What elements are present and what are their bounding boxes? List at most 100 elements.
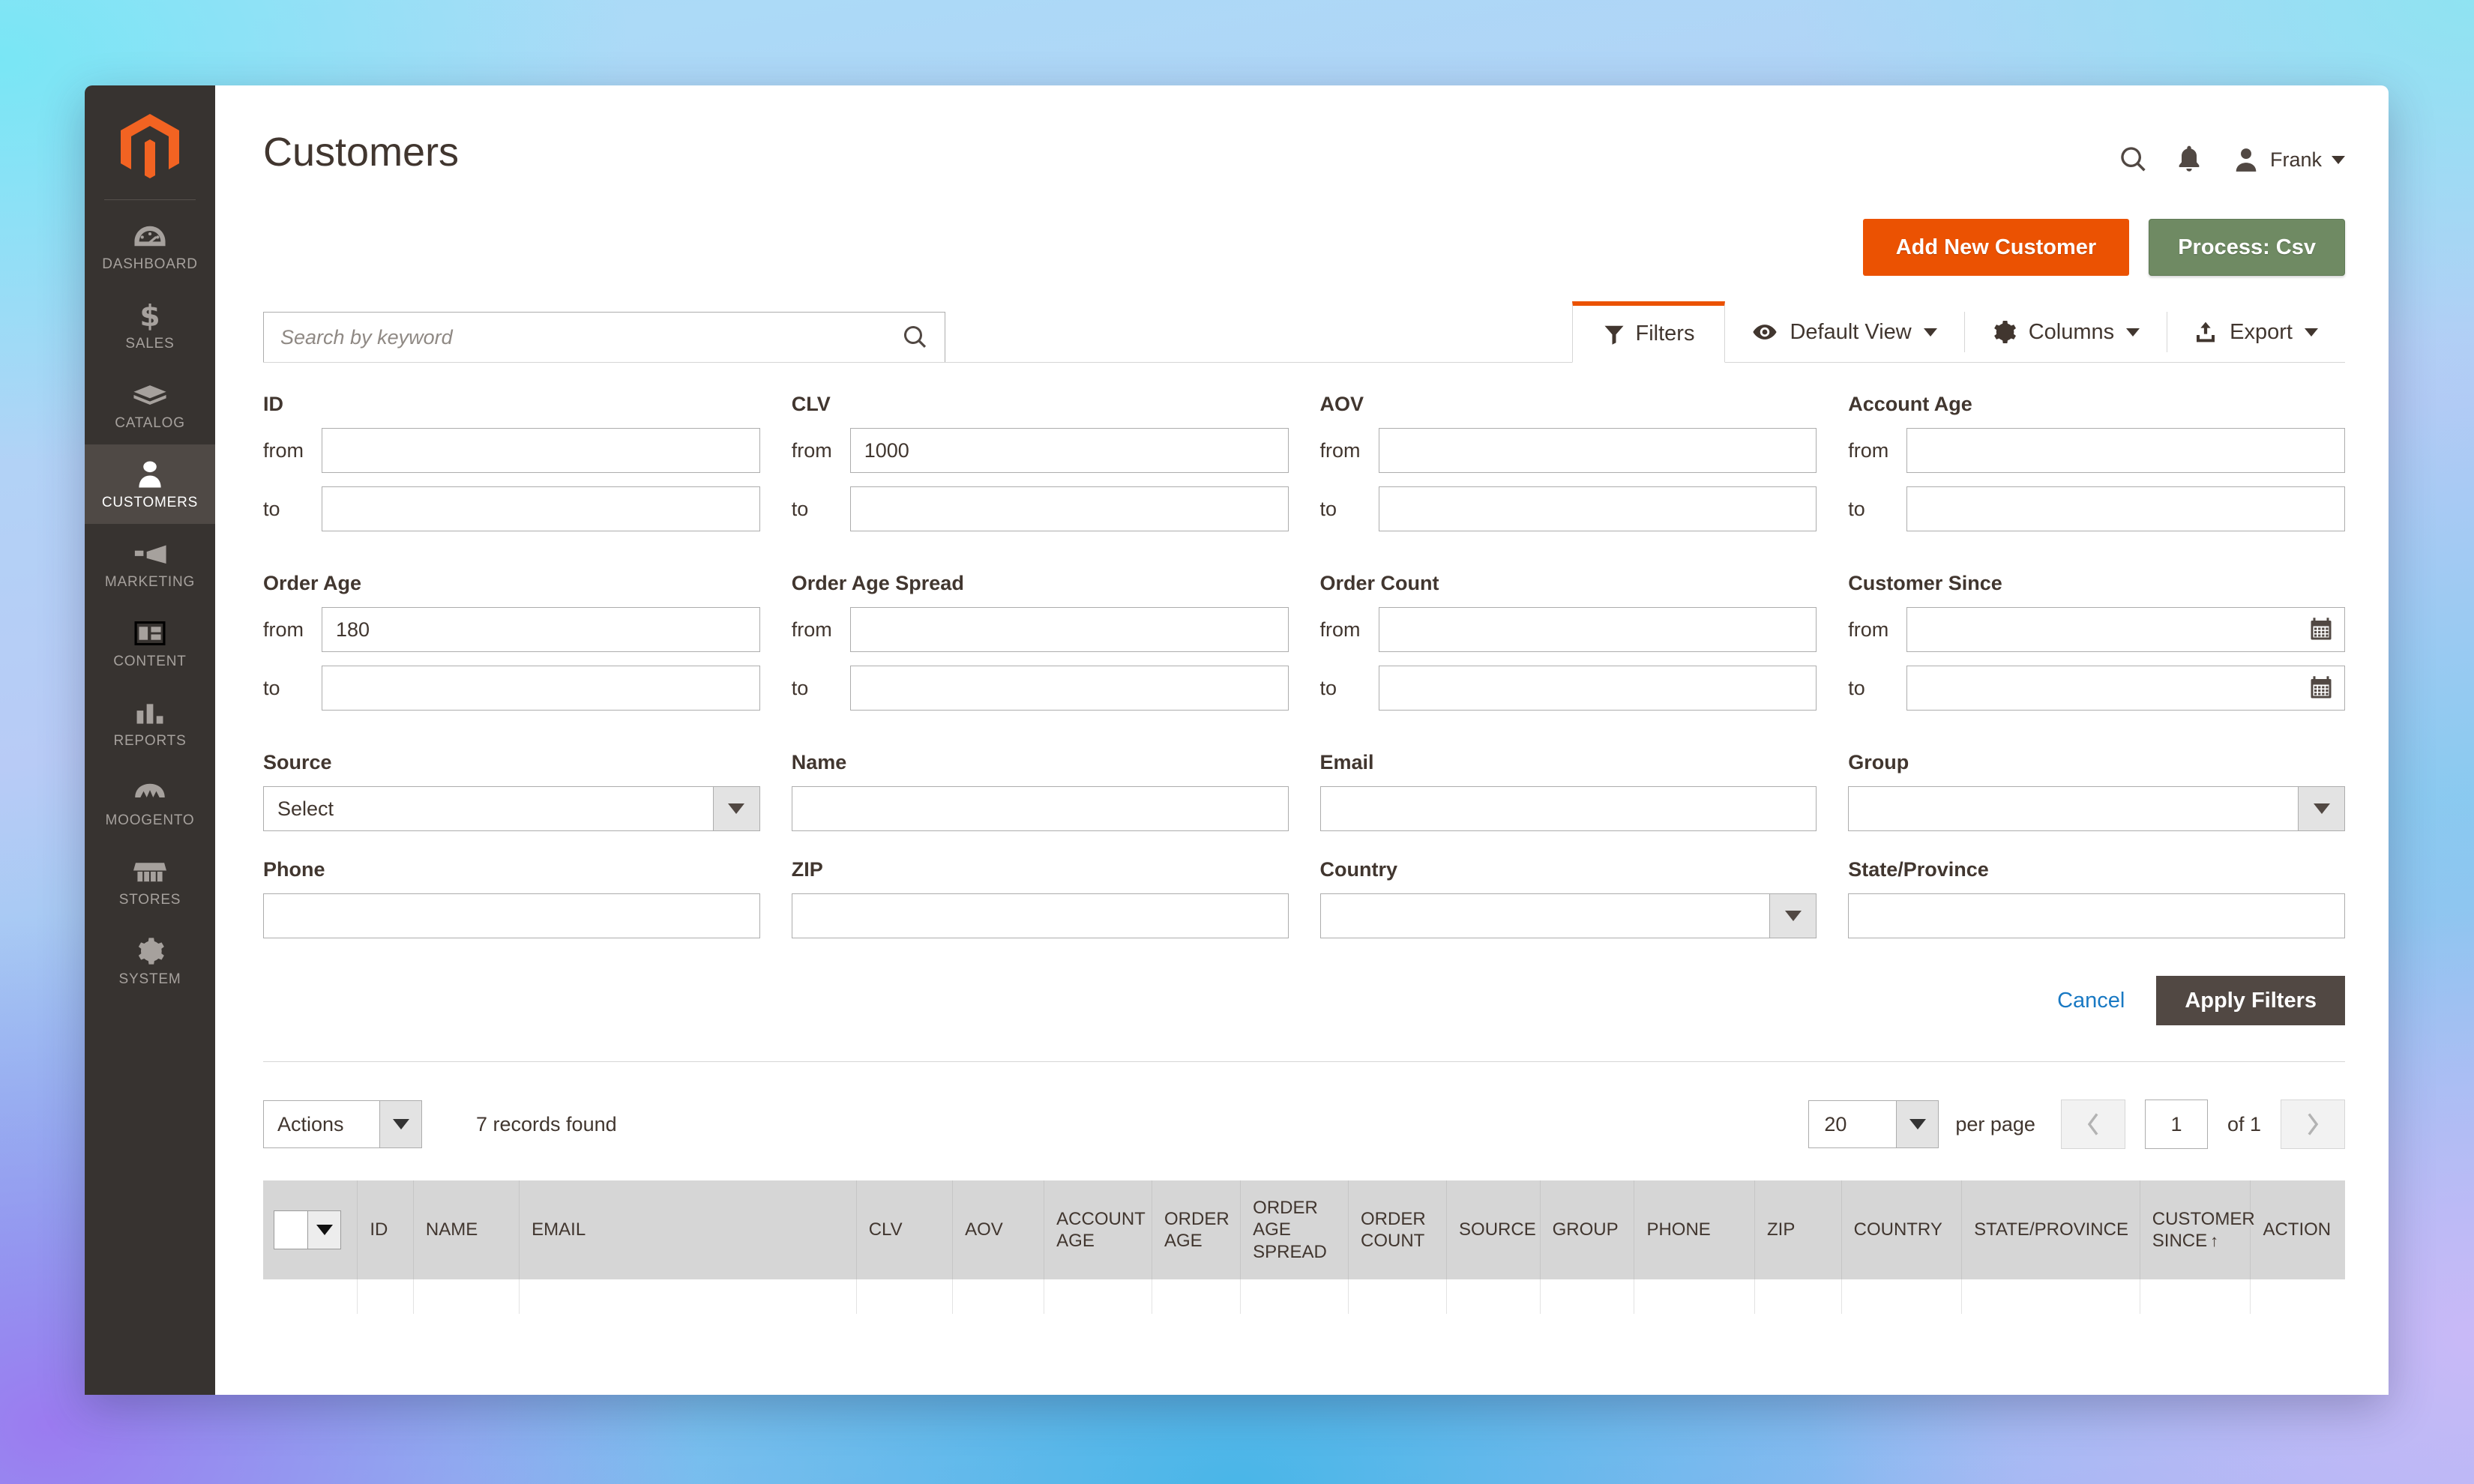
filter-order-age-to-input[interactable]: [322, 666, 760, 711]
column-header-order-count[interactable]: ORDER COUNT: [1348, 1180, 1448, 1279]
column-header-country[interactable]: COUNTRY: [1841, 1180, 1963, 1279]
chevron-down-icon[interactable]: [307, 1210, 340, 1249]
search-icon[interactable]: [2106, 135, 2161, 184]
column-header-zip[interactable]: ZIP: [1754, 1180, 1842, 1279]
column-header-label: NAME: [425, 1219, 478, 1240]
user-name: Frank: [2269, 148, 2322, 171]
next-page-button[interactable]: [2281, 1100, 2345, 1149]
column-header-phone[interactable]: PHONE: [1634, 1180, 1756, 1279]
filter-order-count-to-input[interactable]: [1378, 666, 1817, 711]
table-head: ID NAME EMAIL CLV AOV ACCOUNT AGE ORDER AGE ORD…: [263, 1180, 2345, 1279]
column-header-customer-since[interactable]: CUSTOMER SINCE ↑: [2140, 1180, 2255, 1279]
search-submit-icon[interactable]: [902, 324, 929, 351]
per-page-dropdown[interactable]: 20: [1808, 1100, 1939, 1148]
filter-state-province-input[interactable]: [1848, 893, 2345, 938]
filter-order-count-from-input[interactable]: [1378, 607, 1817, 652]
filter-id-from-input[interactable]: [322, 428, 760, 473]
filter-email-input[interactable]: [1319, 786, 1817, 831]
svg-text:$: $: [140, 300, 160, 331]
text-wrap: [1319, 786, 1817, 831]
per-page-label: per page: [1955, 1112, 2035, 1135]
filter-order-age-spread-to-input[interactable]: [849, 666, 1289, 711]
column-header-order-age-spread[interactable]: ORDER AGE SPREAD: [1240, 1180, 1349, 1279]
magento-logo[interactable]: [85, 97, 215, 199]
filter-clv-to-input[interactable]: [849, 486, 1289, 531]
previous-page-button[interactable]: [2060, 1100, 2125, 1149]
filter-name-input[interactable]: [791, 786, 1289, 831]
row-cell: [2140, 1279, 2251, 1314]
column-header-group[interactable]: GROUP: [1540, 1180, 1635, 1279]
tab-filters[interactable]: Filters: [1571, 301, 1726, 363]
filter-source-select[interactable]: Select: [263, 786, 760, 831]
filter-prefix-to: to: [791, 497, 809, 520]
filter-row-to: to: [263, 486, 760, 531]
column-header-id[interactable]: ID: [357, 1180, 414, 1279]
user-menu[interactable]: Frank: [2232, 145, 2345, 174]
filter-country-select[interactable]: [1319, 893, 1817, 938]
sidebar-item-customers[interactable]: CUSTOMERS: [85, 444, 215, 524]
funnel-icon: [1603, 323, 1625, 346]
sidebar-item-moogento[interactable]: MOOGENTO: [85, 762, 215, 842]
filter-row-to: to: [792, 486, 1289, 531]
bell-icon[interactable]: [2161, 135, 2217, 184]
row-cell: [856, 1279, 954, 1314]
sidebar-item-label: MARKETING: [104, 574, 196, 590]
filter-row-from: from: [263, 428, 760, 473]
column-header-state-province[interactable]: STATE/PROVINCE: [1961, 1180, 2140, 1279]
process-csv-button[interactable]: Process: Csv: [2149, 219, 2345, 276]
sidebar-item-system[interactable]: SYSTEM: [85, 921, 215, 1001]
filter-zip-input[interactable]: [791, 893, 1289, 938]
column-header-account-age[interactable]: ACCOUNT AGE: [1044, 1180, 1152, 1279]
column-header-email[interactable]: EMAIL: [519, 1180, 857, 1279]
sidebar-item-catalog[interactable]: CATALOG: [85, 365, 215, 444]
column-header-clv[interactable]: CLV: [856, 1180, 954, 1279]
filter-clv-from-input[interactable]: [849, 428, 1289, 473]
column-header-aov[interactable]: AOV: [952, 1180, 1045, 1279]
column-header-source[interactable]: SOURCE: [1446, 1180, 1541, 1279]
filter-prefix-from: from: [1848, 618, 1889, 641]
filter-order-age-spread-from-input[interactable]: [849, 607, 1289, 652]
cancel-filters-link[interactable]: Cancel: [2057, 989, 2125, 1013]
filter-order-age-from-input[interactable]: [322, 607, 760, 652]
sidebar-item-marketing[interactable]: MARKETING: [85, 524, 215, 603]
add-new-customer-button[interactable]: Add New Customer: [1862, 219, 2130, 276]
filter-customer-since-from-input[interactable]: [1906, 607, 2345, 652]
sidebar-item-reports[interactable]: REPORTS: [85, 683, 215, 762]
select-all-checkbox[interactable]: [274, 1210, 307, 1249]
calendar-icon[interactable]: [2308, 675, 2335, 702]
actions-dropdown[interactable]: Actions: [263, 1100, 422, 1148]
export-dropdown[interactable]: Export: [2167, 301, 2345, 363]
columns-dropdown[interactable]: Columns: [1963, 301, 2167, 363]
chevron-down-icon: [712, 787, 759, 830]
box-icon: [88, 379, 212, 411]
chevron-down-icon: [2298, 787, 2344, 830]
filter-phone-input[interactable]: [263, 893, 760, 938]
column-header-label: ACCOUNT AGE: [1056, 1208, 1146, 1251]
filter-aov-to-input[interactable]: [1378, 486, 1817, 531]
sidebar-item-sales[interactable]: $ SALES: [85, 286, 215, 365]
filter-account-age-to-input[interactable]: [1906, 486, 2345, 531]
sidebar-item-stores[interactable]: STORES: [85, 842, 215, 921]
filter-customer-since-to-input[interactable]: [1906, 666, 2345, 711]
column-header-label: ORDER AGE: [1164, 1208, 1230, 1251]
column-header-order-age[interactable]: ORDER AGE: [1152, 1180, 1241, 1279]
filter-aov-from-input[interactable]: [1378, 428, 1817, 473]
filter-label: Account Age: [1848, 393, 1972, 415]
filter-prefix-from: from: [1319, 438, 1361, 462]
column-header-label: AOV: [965, 1219, 1003, 1240]
sidebar-item-content[interactable]: CONTENT: [85, 603, 215, 683]
calendar-icon[interactable]: [2308, 616, 2335, 643]
column-header-action[interactable]: ACTION: [2250, 1180, 2345, 1279]
column-header-name[interactable]: NAME: [413, 1180, 520, 1279]
filter-account-age-from-input[interactable]: [1906, 428, 2345, 473]
sidebar-item-dashboard[interactable]: DASHBOARD: [85, 206, 215, 286]
select-all-checkbox-dropdown[interactable]: [274, 1210, 341, 1249]
apply-filters-button[interactable]: Apply Filters: [2156, 976, 2345, 1025]
default-view-dropdown[interactable]: Default View: [1725, 301, 1963, 363]
page-number-input[interactable]: [2144, 1100, 2208, 1149]
row-cell: [1044, 1279, 1152, 1314]
search-input[interactable]: [263, 312, 945, 363]
filter-group-select[interactable]: [1848, 786, 2345, 831]
filter-id-to-input[interactable]: [322, 486, 760, 531]
row-cell: [1348, 1279, 1448, 1314]
